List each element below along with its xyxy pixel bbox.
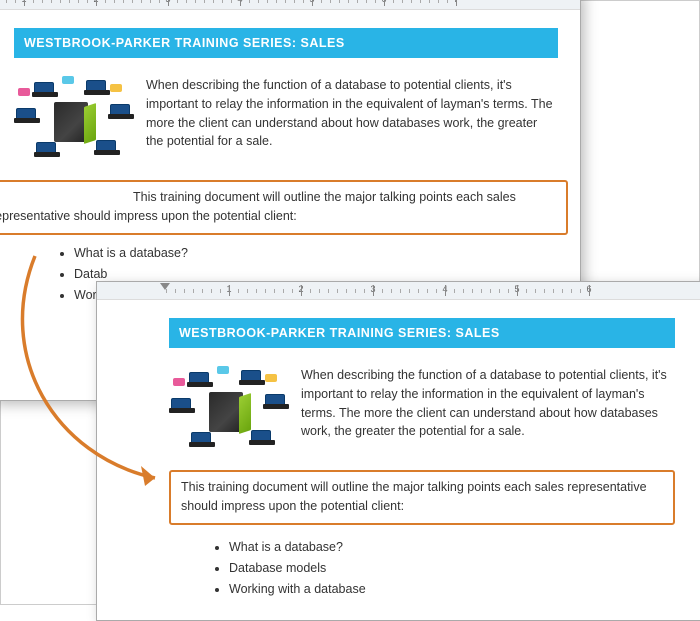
bullet-list-front: What is a database?Database modelsWorkin… — [229, 537, 675, 601]
callout-text: This training document will outline the … — [0, 190, 516, 223]
list-item: What is a database? — [74, 243, 558, 264]
document-heading: WESTBROOK-PARKER TRAINING SERIES: SALES — [169, 318, 675, 348]
page-back: WESTBROOK-PARKER TRAINING SERIES: SALES … — [0, 10, 580, 319]
intro-row: When describing the function of a databa… — [169, 366, 675, 456]
callout-after: This training document will outline the … — [169, 470, 675, 525]
callout-text: This training document will outline the … — [181, 480, 647, 513]
intro-paragraph: When describing the function of a databa… — [146, 76, 558, 166]
list-item: What is a database? — [229, 537, 675, 558]
ruler-top-front: 123456 — [97, 282, 700, 300]
document-heading: WESTBROOK-PARKER TRAINING SERIES: SALES — [14, 28, 558, 58]
callout-before: This training document will outline the … — [0, 180, 568, 235]
indent-marker-icon[interactable] — [160, 283, 170, 290]
page-front: WESTBROOK-PARKER TRAINING SERIES: SALES … — [97, 300, 700, 613]
document-after-panel: 123456 WESTBROOK-PARKER TRAINING SERIES:… — [96, 281, 700, 621]
list-item: Working with a database — [229, 579, 675, 600]
ruler-top-back: 1234567 — [0, 0, 580, 10]
database-network-clipart — [14, 76, 132, 166]
database-network-clipart — [169, 366, 287, 456]
intro-row: When describing the function of a databa… — [14, 76, 558, 166]
intro-paragraph: When describing the function of a databa… — [301, 366, 675, 456]
list-item: Database models — [229, 558, 675, 579]
